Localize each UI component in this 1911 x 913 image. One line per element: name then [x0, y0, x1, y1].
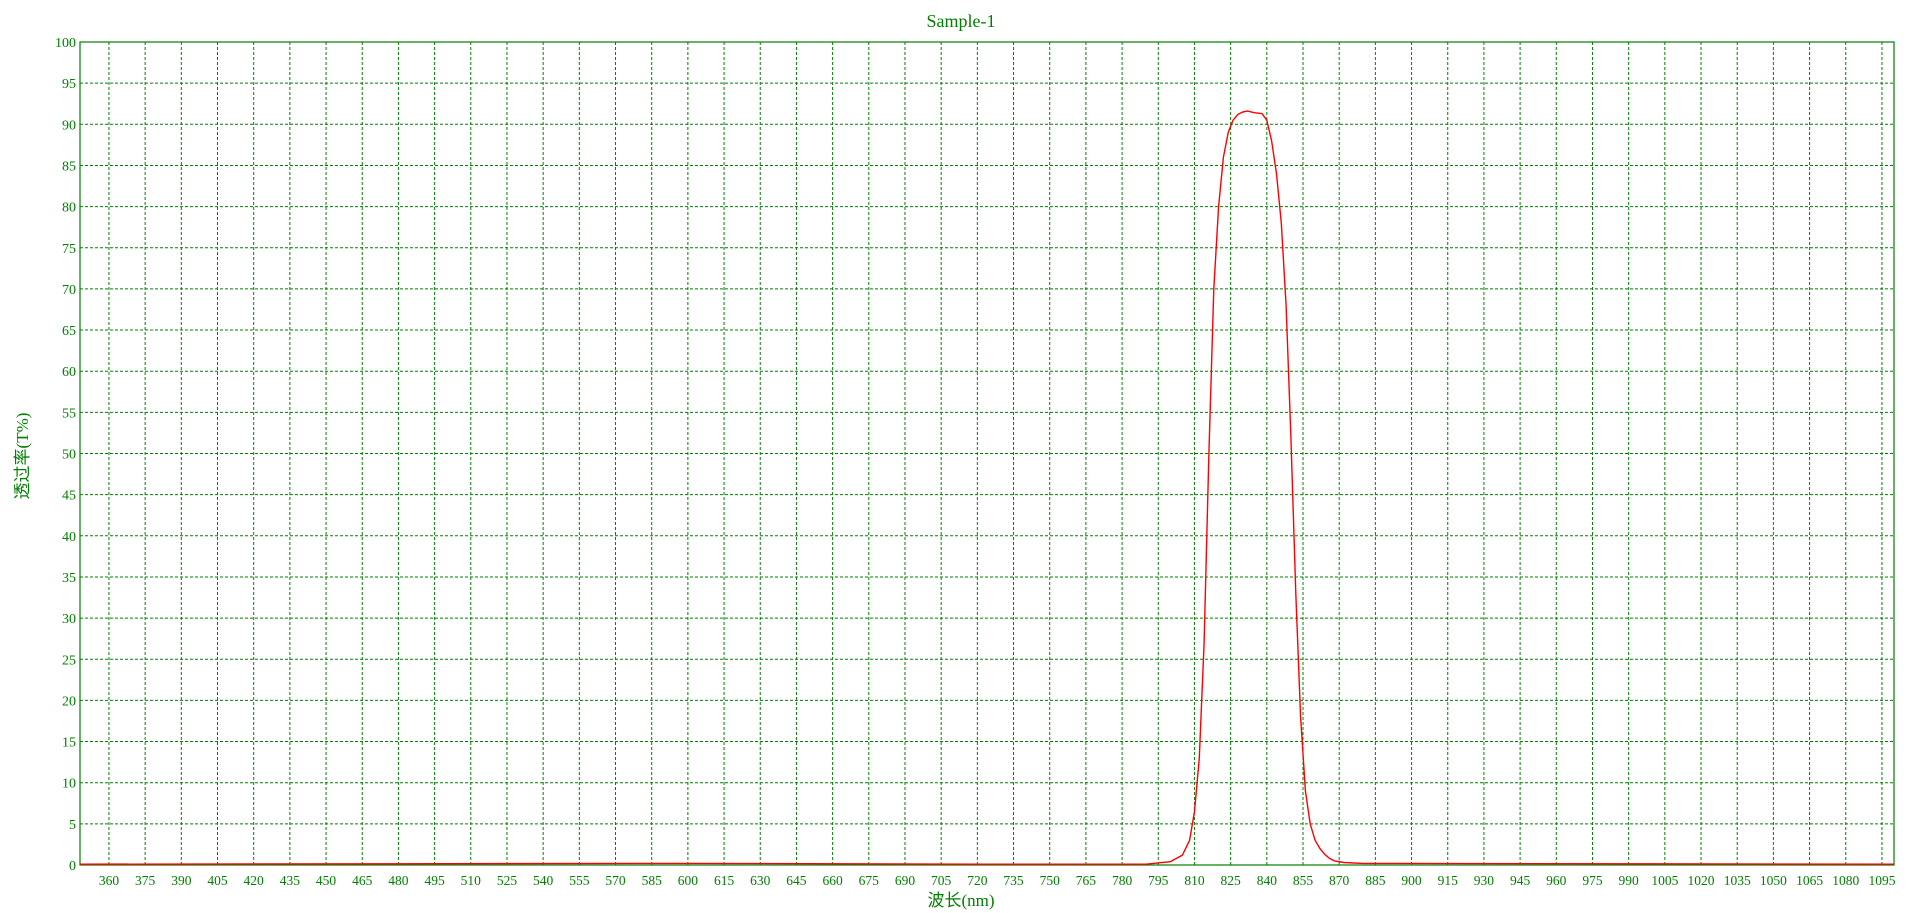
x-tick-label-855: 855 — [1293, 873, 1314, 888]
x-tick-label-915: 915 — [1438, 873, 1459, 888]
chart-title: Sample-1 — [927, 11, 996, 31]
y-tick-label-20: 20 — [62, 694, 76, 709]
x-tick-label-675: 675 — [859, 873, 880, 888]
y-tick-label-100: 100 — [55, 36, 76, 51]
y-tick-label-50: 50 — [62, 448, 76, 463]
series-line-0 — [79, 110, 1895, 865]
x-tick-label-960: 960 — [1546, 873, 1567, 888]
x-tick-label-1080: 1080 — [1832, 873, 1859, 888]
y-tick-label-5: 5 — [69, 818, 76, 833]
x-tick-label-1065: 1065 — [1796, 873, 1823, 888]
transmittance-chart: Sample-1 360 375 390 405 420 435 450 465 480 495 5… — [13, 11, 1896, 910]
y-tick-label-60: 60 — [62, 365, 76, 380]
x-tick-label-1035: 1035 — [1724, 873, 1751, 888]
x-tick-label-615: 615 — [714, 873, 735, 888]
x-tick-label-990: 990 — [1619, 873, 1640, 888]
x-axis-ticks: 360 375 390 405 420 435 450 465 480 495 510 525 540 5… — [99, 873, 1896, 888]
y-tick-label-45: 45 — [62, 489, 76, 504]
x-tick-label-870: 870 — [1329, 873, 1350, 888]
x-tick-label-750: 750 — [1040, 873, 1061, 888]
x-tick-label-480: 480 — [388, 873, 409, 888]
x-tick-label-765: 765 — [1076, 873, 1097, 888]
x-tick-label-390: 390 — [171, 873, 192, 888]
y-tick-label-95: 95 — [62, 77, 76, 92]
x-tick-label-975: 975 — [1582, 873, 1603, 888]
y-tick-label-70: 70 — [62, 283, 76, 298]
x-tick-label-525: 525 — [497, 873, 518, 888]
y-tick-label-40: 40 — [62, 530, 76, 545]
x-tick-label-1005: 1005 — [1651, 873, 1678, 888]
y-tick-label-25: 25 — [62, 653, 76, 668]
y-tick-label-75: 75 — [62, 242, 76, 257]
y-tick-label-80: 80 — [62, 201, 76, 216]
x-tick-label-630: 630 — [750, 873, 771, 888]
x-tick-label-570: 570 — [605, 873, 626, 888]
x-tick-label-810: 810 — [1184, 873, 1205, 888]
x-tick-label-705: 705 — [931, 873, 952, 888]
y-axis-ticks: 0 5 10 15 20 25 30 35 40 45 50 55 60 65 70 75 80 85 90 95 10… — [55, 36, 76, 874]
y-tick-label-85: 85 — [62, 159, 76, 174]
x-axis-label: 波长(nm) — [927, 891, 994, 910]
y-tick-label-35: 35 — [62, 571, 76, 586]
x-tick-label-510: 510 — [461, 873, 482, 888]
x-tick-label-900: 900 — [1401, 873, 1422, 888]
y-tick-label-15: 15 — [62, 736, 76, 751]
y-tick-label-10: 10 — [62, 777, 76, 792]
x-tick-label-795: 795 — [1148, 873, 1169, 888]
y-tick-label-90: 90 — [62, 118, 76, 133]
x-tick-label-435: 435 — [280, 873, 301, 888]
y-tick-label-55: 55 — [62, 406, 76, 421]
x-tick-label-720: 720 — [967, 873, 988, 888]
x-tick-label-735: 735 — [1003, 873, 1024, 888]
y-tick-label-30: 30 — [62, 612, 76, 627]
y-tick-label-65: 65 — [62, 324, 76, 339]
x-tick-label-660: 660 — [822, 873, 843, 888]
x-tick-label-405: 405 — [207, 873, 228, 888]
x-tick-label-945: 945 — [1510, 873, 1531, 888]
x-tick-label-540: 540 — [533, 873, 554, 888]
y-tick-label-0: 0 — [69, 859, 76, 874]
y-axis-label: 透过率(T%) — [13, 413, 32, 500]
x-tick-label-375: 375 — [135, 873, 156, 888]
x-tick-label-1095: 1095 — [1868, 873, 1895, 888]
grid-lines — [80, 42, 1894, 865]
x-tick-label-885: 885 — [1365, 873, 1386, 888]
x-tick-label-780: 780 — [1112, 873, 1133, 888]
x-tick-label-495: 495 — [424, 873, 445, 888]
x-tick-label-690: 690 — [895, 873, 916, 888]
x-tick-label-930: 930 — [1474, 873, 1495, 888]
x-tick-label-645: 645 — [786, 873, 807, 888]
x-tick-label-465: 465 — [352, 873, 373, 888]
x-tick-label-825: 825 — [1221, 873, 1242, 888]
series-layer — [79, 110, 1895, 865]
x-tick-label-450: 450 — [316, 873, 337, 888]
x-tick-label-555: 555 — [569, 873, 590, 888]
x-tick-label-1050: 1050 — [1760, 873, 1787, 888]
x-tick-label-585: 585 — [642, 873, 663, 888]
x-tick-label-840: 840 — [1257, 873, 1278, 888]
x-tick-label-600: 600 — [678, 873, 699, 888]
x-tick-label-420: 420 — [244, 873, 265, 888]
x-tick-label-360: 360 — [99, 873, 120, 888]
x-tick-label-1020: 1020 — [1688, 873, 1715, 888]
